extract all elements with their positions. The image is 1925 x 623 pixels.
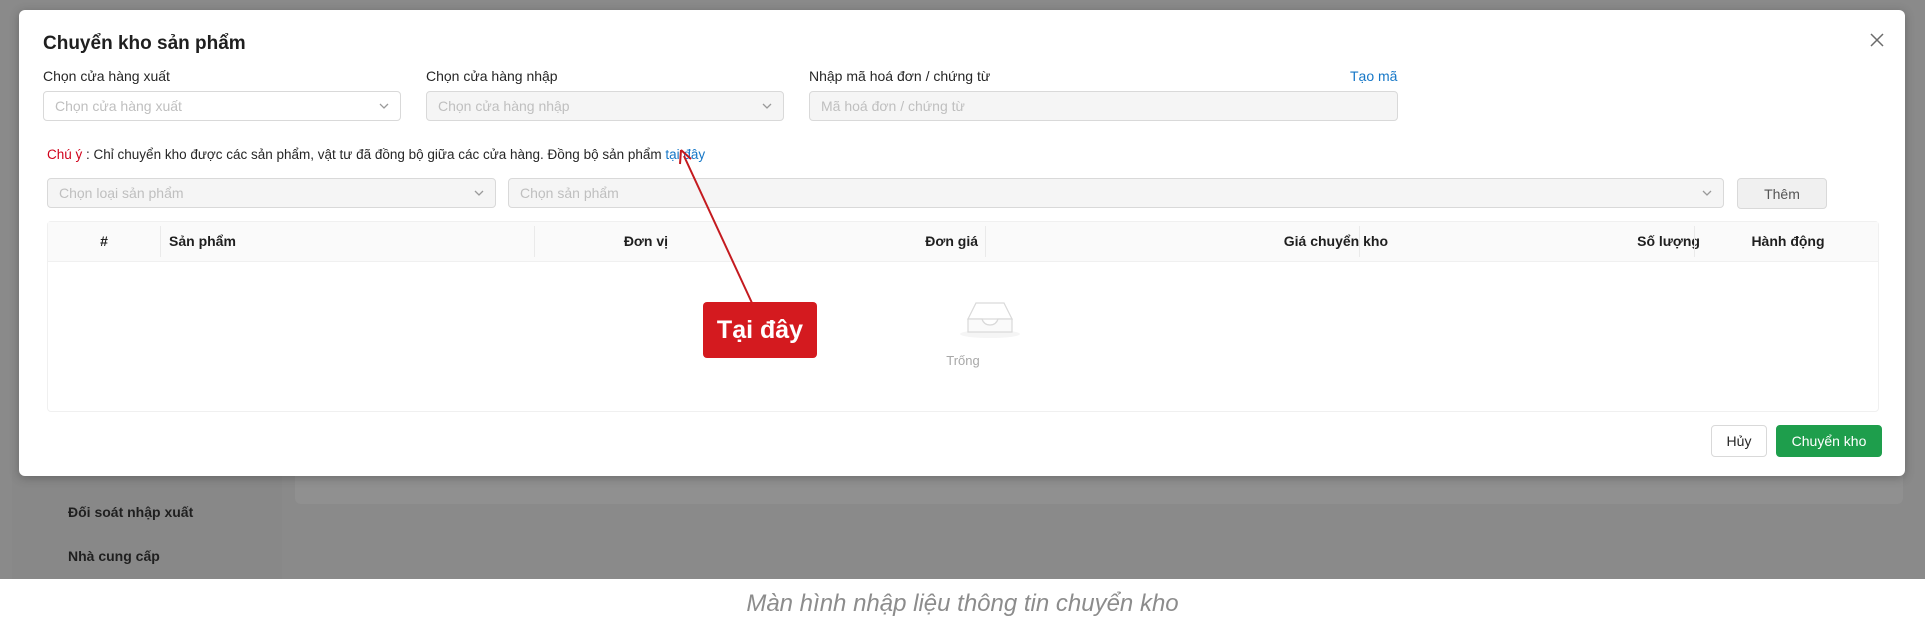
empty-inbox-icon — [960, 302, 1020, 338]
transfer-button[interactable]: Chuyển kho — [1776, 425, 1882, 457]
transfer-modal: Chuyển kho sản phẩm Chọn cửa hàng xuất C… — [19, 10, 1905, 476]
product-type-placeholder: Chọn loại sản phẩm — [59, 185, 184, 201]
invoice-label: Nhập mã hoá đơn / chứng từ — [809, 68, 991, 84]
modal-title: Chuyển kho sản phẩm — [43, 33, 246, 54]
import-store-placeholder: Chọn cửa hàng nhập — [438, 98, 570, 114]
export-store-label: Chọn cửa hàng xuất — [43, 68, 170, 84]
generate-code-link[interactable]: Tạo mã — [1350, 68, 1397, 84]
column-price: Đơn giá — [925, 233, 978, 249]
column-quantity: Số lượng — [1637, 233, 1700, 249]
product-select[interactable]: Chọn sản phẩm — [508, 178, 1724, 208]
empty-state: Trống — [48, 261, 1878, 411]
table-header: # Sản phẩm Đơn vị Đơn giá Giá chuyển kho… — [48, 222, 1878, 262]
invoice-input[interactable]: Mã hoá đơn / chứng từ — [809, 91, 1398, 121]
chevron-down-icon — [379, 103, 389, 109]
annotation-label: Tại đây — [703, 302, 817, 358]
screenshot-area: Đối soát nhập xuất Nhà cung cấp Chuyển k… — [0, 0, 1925, 579]
invoice-placeholder: Mã hoá đơn / chứng từ — [821, 98, 965, 114]
chevron-down-icon — [474, 190, 484, 196]
note-text: : Chỉ chuyển kho được các sản phẩm, vật … — [82, 147, 666, 162]
export-store-placeholder: Chọn cửa hàng xuất — [55, 98, 182, 114]
export-store-select[interactable]: Chọn cửa hàng xuất — [43, 91, 401, 121]
import-store-label: Chọn cửa hàng nhập — [426, 68, 558, 84]
product-table: # Sản phẩm Đơn vị Đơn giá Giá chuyển kho… — [47, 221, 1879, 412]
note-prefix: Chú ý — [47, 147, 83, 162]
add-product-button[interactable]: Thêm — [1737, 178, 1827, 209]
empty-text: Trống — [946, 353, 980, 368]
column-product: Sản phẩm — [169, 233, 236, 249]
sync-here-link[interactable]: tại đây — [665, 147, 705, 162]
close-icon — [1870, 33, 1884, 47]
column-index: # — [100, 233, 108, 249]
chevron-down-icon — [762, 103, 772, 109]
figure-caption: Màn hình nhập liệu thông tin chuyển kho — [746, 590, 1179, 617]
cancel-button[interactable]: Hủy — [1711, 425, 1767, 457]
sidebar-item-reconcile[interactable]: Đối soát nhập xuất — [68, 504, 193, 520]
column-unit: Đơn vị — [623, 233, 668, 249]
sync-note: Chú ý : Chỉ chuyển kho được các sản phẩm… — [47, 147, 705, 162]
product-type-select[interactable]: Chọn loại sản phẩm — [47, 178, 496, 208]
product-placeholder: Chọn sản phẩm — [520, 185, 619, 201]
column-actions: Hành động — [1751, 233, 1825, 249]
sidebar-item-suppliers[interactable]: Nhà cung cấp — [68, 548, 160, 564]
close-button[interactable] — [1865, 28, 1889, 52]
import-store-select[interactable]: Chọn cửa hàng nhập — [426, 91, 784, 121]
column-transfer-price: Giá chuyển kho — [1283, 233, 1388, 249]
chevron-down-icon — [1702, 190, 1712, 196]
